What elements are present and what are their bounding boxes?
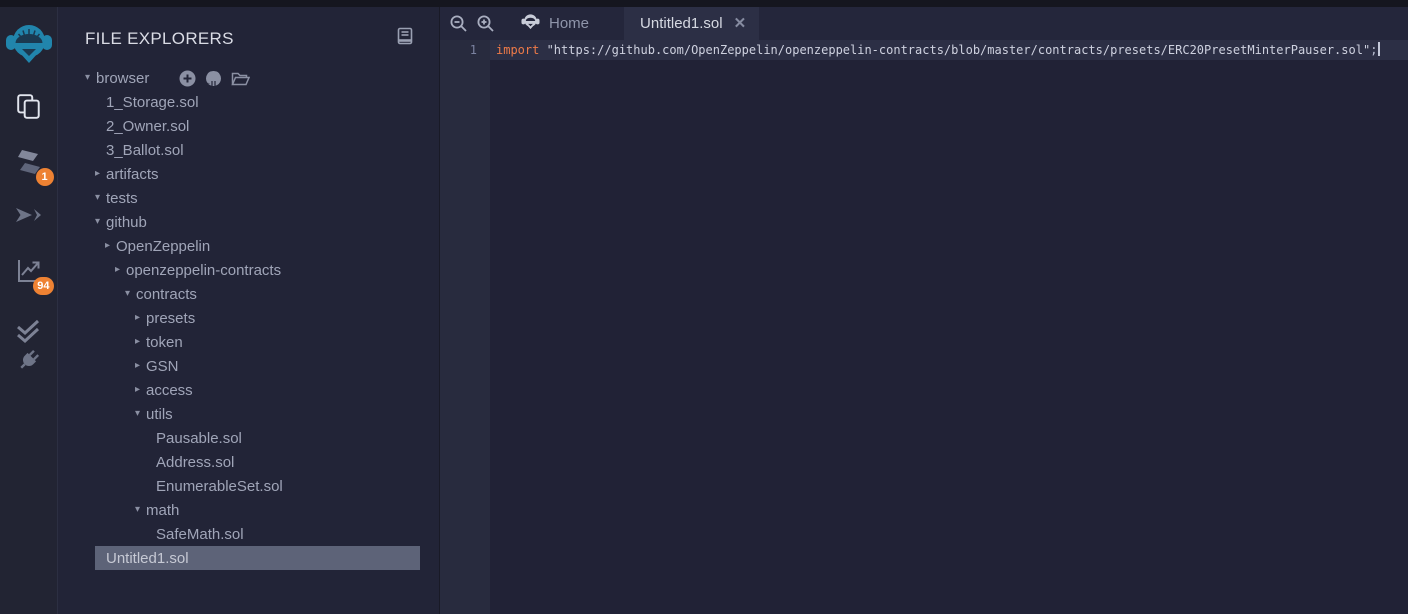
line-number-gutter: 1 xyxy=(440,40,490,614)
code-line[interactable]: import "https://github.com/OpenZeppelin/… xyxy=(490,40,1408,60)
chevron-right-icon[interactable]: ▸ xyxy=(135,354,146,378)
sidebar-item-solidity-compiler[interactable]: 1 xyxy=(15,150,43,178)
tree-item-label: openzeppelin-contracts xyxy=(126,262,281,279)
folder-contracts[interactable]: ▾contracts xyxy=(125,282,439,306)
tree-item-label: artifacts xyxy=(106,166,159,183)
badge: 1 xyxy=(36,168,54,186)
tree-item-label: 2_Owner.sol xyxy=(106,118,189,135)
open-folder-icon[interactable] xyxy=(231,71,250,86)
panel-header: FILE EXPLORERS xyxy=(58,7,439,50)
line-number: 1 xyxy=(440,40,490,60)
tree-item-label: Address.sol xyxy=(156,454,234,471)
tree-item-label: math xyxy=(146,502,179,519)
editor-tab-bar: Home Untitled1.sol ✕ xyxy=(440,7,1408,40)
folder-github[interactable]: ▾github xyxy=(95,210,439,234)
file-Address.sol[interactable]: Address.sol xyxy=(145,450,439,474)
plug-icon xyxy=(16,347,42,378)
tree-item-label: browser xyxy=(96,70,149,87)
tree-item-label: SafeMath.sol xyxy=(156,526,244,543)
create-file-icon[interactable] xyxy=(179,70,196,87)
chevron-down-icon[interactable]: ▾ xyxy=(95,186,106,210)
badge: 94 xyxy=(33,277,53,295)
github-icon[interactable] xyxy=(205,70,222,87)
tree-item-label: contracts xyxy=(136,286,197,303)
chevron-right-icon[interactable]: ▸ xyxy=(135,330,146,354)
chevron-right-icon[interactable]: ▸ xyxy=(135,378,146,402)
code-token-string: "https://github.com/OpenZeppelin/openzep… xyxy=(547,43,1371,57)
tree-item-label: 1_Storage.sol xyxy=(106,94,199,111)
tab-untitled1-sol[interactable]: Untitled1.sol ✕ xyxy=(624,7,759,40)
tree-item-label: GSN xyxy=(146,358,179,375)
tree-item-label: github xyxy=(106,214,147,231)
remix-logo-icon xyxy=(521,12,540,35)
sidebar-item-plugin-manager[interactable] xyxy=(15,348,43,376)
deploy-run-icon xyxy=(15,203,43,232)
remix-ide-window: 1 94 xyxy=(0,7,1408,614)
code-token-default: ; xyxy=(1370,43,1377,57)
chevron-down-icon[interactable]: ▾ xyxy=(135,498,146,522)
zoom-in-button[interactable] xyxy=(472,7,499,40)
folder-presets[interactable]: ▸presets xyxy=(135,306,439,330)
file-Untitled1.sol[interactable]: Untitled1.sol xyxy=(95,546,420,570)
file-explorer-icon xyxy=(16,93,42,125)
file-EnumerableSet.sol[interactable]: EnumerableSet.sol xyxy=(145,474,439,498)
close-tab-icon[interactable]: ✕ xyxy=(734,16,747,31)
chevron-down-icon[interactable]: ▾ xyxy=(95,210,106,234)
file-1_Storage.sol[interactable]: 1_Storage.sol xyxy=(95,90,439,114)
tab-home[interactable]: Home xyxy=(507,7,603,40)
folder-token[interactable]: ▸token xyxy=(135,330,439,354)
folder-access[interactable]: ▸access xyxy=(135,378,439,402)
file-explorer-panel: FILE EXPLORERS ▾browser1_Storage.sol2_Ow… xyxy=(58,7,440,614)
remix-logo[interactable] xyxy=(5,19,53,69)
tree-row-actions xyxy=(179,70,250,87)
zoom-out-button[interactable] xyxy=(445,7,472,40)
folder-tests[interactable]: ▾tests xyxy=(95,186,439,210)
tree-item-label: token xyxy=(146,334,183,351)
chevron-right-icon[interactable]: ▸ xyxy=(135,306,146,330)
sidebar-item-deploy-and-run[interactable] xyxy=(15,203,43,231)
folder-browser[interactable]: ▾browser xyxy=(85,66,439,90)
tree-item-label: access xyxy=(146,382,193,399)
chevron-right-icon[interactable]: ▸ xyxy=(115,258,126,282)
chevron-down-icon[interactable]: ▾ xyxy=(85,66,96,90)
tree-item-label: 3_Ballot.sol xyxy=(106,142,184,159)
chevron-right-icon[interactable]: ▸ xyxy=(105,234,116,258)
file-tree: ▾browser1_Storage.sol2_Owner.sol3_Ballot… xyxy=(58,66,439,570)
window-top-strip xyxy=(0,0,1408,7)
tree-item-label: OpenZeppelin xyxy=(116,238,210,255)
tab-label: Untitled1.sol xyxy=(640,15,723,32)
folder-GSN[interactable]: ▸GSN xyxy=(135,354,439,378)
code-editor: 1 import "https://github.com/OpenZeppeli… xyxy=(440,40,1408,614)
editor-area: Home Untitled1.sol ✕ 1 import "https://g… xyxy=(440,7,1408,614)
folder-math[interactable]: ▾math xyxy=(135,498,439,522)
file-SafeMath.sol[interactable]: SafeMath.sol xyxy=(145,522,439,546)
tree-item-label: Untitled1.sol xyxy=(106,550,189,567)
activity-bar: 1 94 xyxy=(0,7,58,614)
sidebar-item-analysis[interactable]: 94 xyxy=(15,259,43,287)
file-2_Owner.sol[interactable]: 2_Owner.sol xyxy=(95,114,439,138)
sidebar-item-unit-testing[interactable] xyxy=(15,320,43,348)
tab-label: Home xyxy=(549,15,589,32)
tree-item-label: EnumerableSet.sol xyxy=(156,478,283,495)
folder-openzeppelin-contracts[interactable]: ▸openzeppelin-contracts xyxy=(115,258,439,282)
double-check-icon xyxy=(15,319,42,349)
tree-item-label: tests xyxy=(106,190,138,207)
tree-item-label: utils xyxy=(146,406,173,423)
tree-item-label: presets xyxy=(146,310,195,327)
code-token-keyword: import xyxy=(496,43,547,57)
code-content[interactable]: import "https://github.com/OpenZeppelin/… xyxy=(490,40,1408,614)
folder-utils[interactable]: ▾utils xyxy=(135,402,439,426)
folder-OpenZeppelin[interactable]: ▸OpenZeppelin xyxy=(105,234,439,258)
text-cursor xyxy=(1378,42,1380,56)
sidebar-item-file-explorer[interactable] xyxy=(15,95,43,123)
chevron-down-icon[interactable]: ▾ xyxy=(135,402,146,426)
file-Pausable.sol[interactable]: Pausable.sol xyxy=(145,426,439,450)
panel-title: FILE EXPLORERS xyxy=(85,29,234,49)
chevron-right-icon[interactable]: ▸ xyxy=(95,162,106,186)
folder-artifacts[interactable]: ▸artifacts xyxy=(95,162,439,186)
chevron-down-icon[interactable]: ▾ xyxy=(125,282,136,306)
book-icon[interactable] xyxy=(397,27,413,50)
file-3_Ballot.sol[interactable]: 3_Ballot.sol xyxy=(95,138,439,162)
tree-item-label: Pausable.sol xyxy=(156,430,242,447)
